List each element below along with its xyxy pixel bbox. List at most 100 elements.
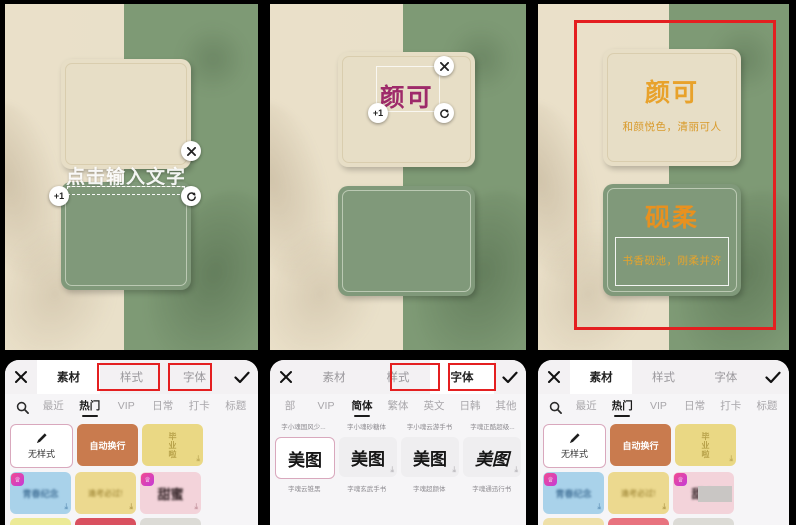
- sticker-label: 自动换行: [622, 440, 659, 451]
- category-biaoti[interactable]: 标题: [749, 398, 785, 416]
- sticker-cell[interactable]: Gorgeous ⤓: [75, 518, 136, 525]
- sheet-tabs: 素材 样式 字体: [302, 360, 494, 394]
- font-name-label: 字魂通迅行书: [472, 486, 512, 493]
- text-selection-box[interactable]: [67, 186, 185, 195]
- sticker-cell[interactable]: [673, 518, 734, 525]
- add-layer-handle[interactable]: +1: [49, 186, 69, 206]
- rotate-handle-icon[interactable]: [434, 103, 454, 123]
- confirm-icon[interactable]: [226, 371, 258, 384]
- tab-ziti[interactable]: 字体: [695, 360, 757, 394]
- font-cell[interactable]: 美图 ⤓: [463, 437, 521, 477]
- tab-sucai[interactable]: 素材: [302, 360, 366, 394]
- sticker-cell[interactable]: ♕ 甜蜜 ⤓: [140, 472, 201, 514]
- category-daka[interactable]: 打卡: [713, 398, 749, 416]
- category-rihan[interactable]: 日韩: [452, 398, 488, 416]
- category-zuijin[interactable]: 最近: [35, 398, 72, 416]
- category-vip[interactable]: VIP: [640, 400, 676, 415]
- category-jianti[interactable]: 简体: [344, 398, 380, 416]
- category-richang[interactable]: 日常: [145, 398, 182, 416]
- download-icon[interactable]: ⤓: [662, 502, 666, 512]
- category-yingwen[interactable]: 英文: [416, 398, 452, 416]
- tab-sucai[interactable]: 素材: [37, 360, 100, 394]
- font-sample: 美图: [413, 449, 447, 469]
- download-icon[interactable]: ⤓: [452, 465, 456, 475]
- sticker-cell[interactable]: ♕ 甜蜜: [673, 472, 734, 514]
- sticker-label: 毕业啦: [701, 431, 710, 459]
- download-icon[interactable]: ⤓: [597, 502, 601, 512]
- sticker-cell[interactable]: 假期快乐 ⤓: [10, 518, 71, 525]
- search-icon[interactable]: [9, 401, 35, 414]
- category-fanti[interactable]: 繁体: [380, 398, 416, 416]
- font-sample: 美图: [288, 450, 322, 470]
- font-sample: 美图: [351, 449, 385, 470]
- close-icon[interactable]: [538, 370, 570, 384]
- category-vip[interactable]: VIP: [108, 400, 145, 415]
- tab-yangshi[interactable]: 样式: [366, 360, 430, 394]
- close-icon[interactable]: [270, 370, 302, 384]
- text-card-beige[interactable]: [61, 59, 191, 169]
- sheet-tabs: 素材 样式 字体: [37, 360, 226, 394]
- confirm-icon[interactable]: [757, 371, 789, 384]
- text-card-green[interactable]: [61, 182, 191, 290]
- download-icon[interactable]: ⤓: [64, 502, 68, 512]
- text-selection-box[interactable]: [376, 66, 440, 112]
- tab-sucai[interactable]: 素材: [570, 360, 633, 394]
- font-cell[interactable]: 美图 ⤓: [339, 437, 397, 477]
- tab-ziti[interactable]: 字体: [430, 360, 494, 394]
- font-sample: 美图: [475, 449, 509, 470]
- category-richang[interactable]: 日常: [677, 398, 713, 416]
- sticker-cell[interactable]: 逢考必过! ⤓: [608, 472, 669, 514]
- category-zuijin[interactable]: 最近: [568, 398, 604, 416]
- sticker-cell[interactable]: 毕业啦 ⤓: [675, 424, 736, 466]
- tab-yangshi[interactable]: 样式: [632, 360, 694, 394]
- editor-canvas-right[interactable]: 颜可 和颜悦色，清丽可人 砚柔 书香砚池，刚柔并济: [533, 0, 796, 358]
- download-icon[interactable]: ⤓: [194, 502, 198, 512]
- rotate-handle-icon[interactable]: [181, 186, 201, 206]
- sticker-cell[interactable]: [140, 518, 201, 525]
- bottom-sheet-middle: 素材 样式 字体 部 VIP 简体 繁体 英文 日韩 其他 字小魂国风少... …: [270, 360, 526, 525]
- pencil-icon: [569, 433, 580, 444]
- red-highlight-region: [574, 20, 776, 330]
- sticker-cell[interactable]: ♕ 青春纪念 ⤓: [543, 472, 604, 514]
- download-icon[interactable]: ⤓: [514, 465, 518, 475]
- download-icon[interactable]: ⤓: [390, 465, 394, 475]
- category-qita[interactable]: 其他: [488, 398, 524, 416]
- category-remen[interactable]: 热门: [72, 398, 109, 416]
- sticker-cell[interactable]: 自动换行: [77, 424, 138, 466]
- tab-yangshi[interactable]: 样式: [100, 360, 163, 394]
- sticker-cell[interactable]: ⤓: [543, 518, 604, 525]
- sticker-cell[interactable]: 自动换行: [610, 424, 671, 466]
- download-icon[interactable]: ⤓: [729, 454, 733, 464]
- category-vip[interactable]: VIP: [308, 400, 344, 415]
- font-cell[interactable]: 美图: [275, 437, 335, 479]
- font-cell[interactable]: 美图 ⤓: [401, 437, 459, 477]
- font-name-label: 字小魂云游手书: [406, 424, 453, 431]
- add-layer-handle[interactable]: +1: [368, 103, 388, 123]
- close-handle-icon[interactable]: [181, 141, 201, 161]
- editor-canvas-middle[interactable]: 颜可 +1: [265, 0, 533, 358]
- poster-artboard: 点击输入文字 +1: [5, 4, 258, 350]
- text-card-green[interactable]: [338, 186, 475, 296]
- category-biaoti[interactable]: 标题: [218, 398, 255, 416]
- font-name-label: 字魂正酷超级...: [470, 424, 515, 431]
- search-icon[interactable]: [542, 401, 568, 414]
- sticker-cell-nostyle[interactable]: 无样式: [543, 424, 606, 468]
- editor-canvas-left[interactable]: 点击输入文字 +1: [0, 0, 265, 358]
- category-daka[interactable]: 打卡: [181, 398, 218, 416]
- sticker-cell[interactable]: ⤓: [608, 518, 669, 525]
- download-icon[interactable]: ⤓: [129, 502, 133, 512]
- close-handle-icon[interactable]: [434, 56, 454, 76]
- text-placeholder[interactable]: 点击输入文字: [61, 162, 191, 189]
- sticker-cell[interactable]: ♕ 青春纪念 ⤓: [10, 472, 71, 514]
- category-bu[interactable]: 部: [272, 398, 308, 416]
- tab-ziti[interactable]: 字体: [163, 360, 226, 394]
- category-remen[interactable]: 热门: [604, 398, 640, 416]
- font-name-row-bottom: 字魂云锥黑 字魂玄武手书 字魂超颜体 字魂通迅行书: [270, 483, 526, 493]
- close-icon[interactable]: [5, 370, 37, 384]
- sticker-cell-nostyle[interactable]: 无样式: [10, 424, 73, 468]
- sticker-cell[interactable]: 逢考必过! ⤓: [75, 472, 136, 514]
- confirm-icon[interactable]: [494, 371, 526, 384]
- download-icon[interactable]: ⤓: [196, 454, 200, 464]
- sticker-cell[interactable]: 毕业啦 ⤓: [142, 424, 203, 466]
- poster-artboard: 颜可 +1: [270, 4, 526, 350]
